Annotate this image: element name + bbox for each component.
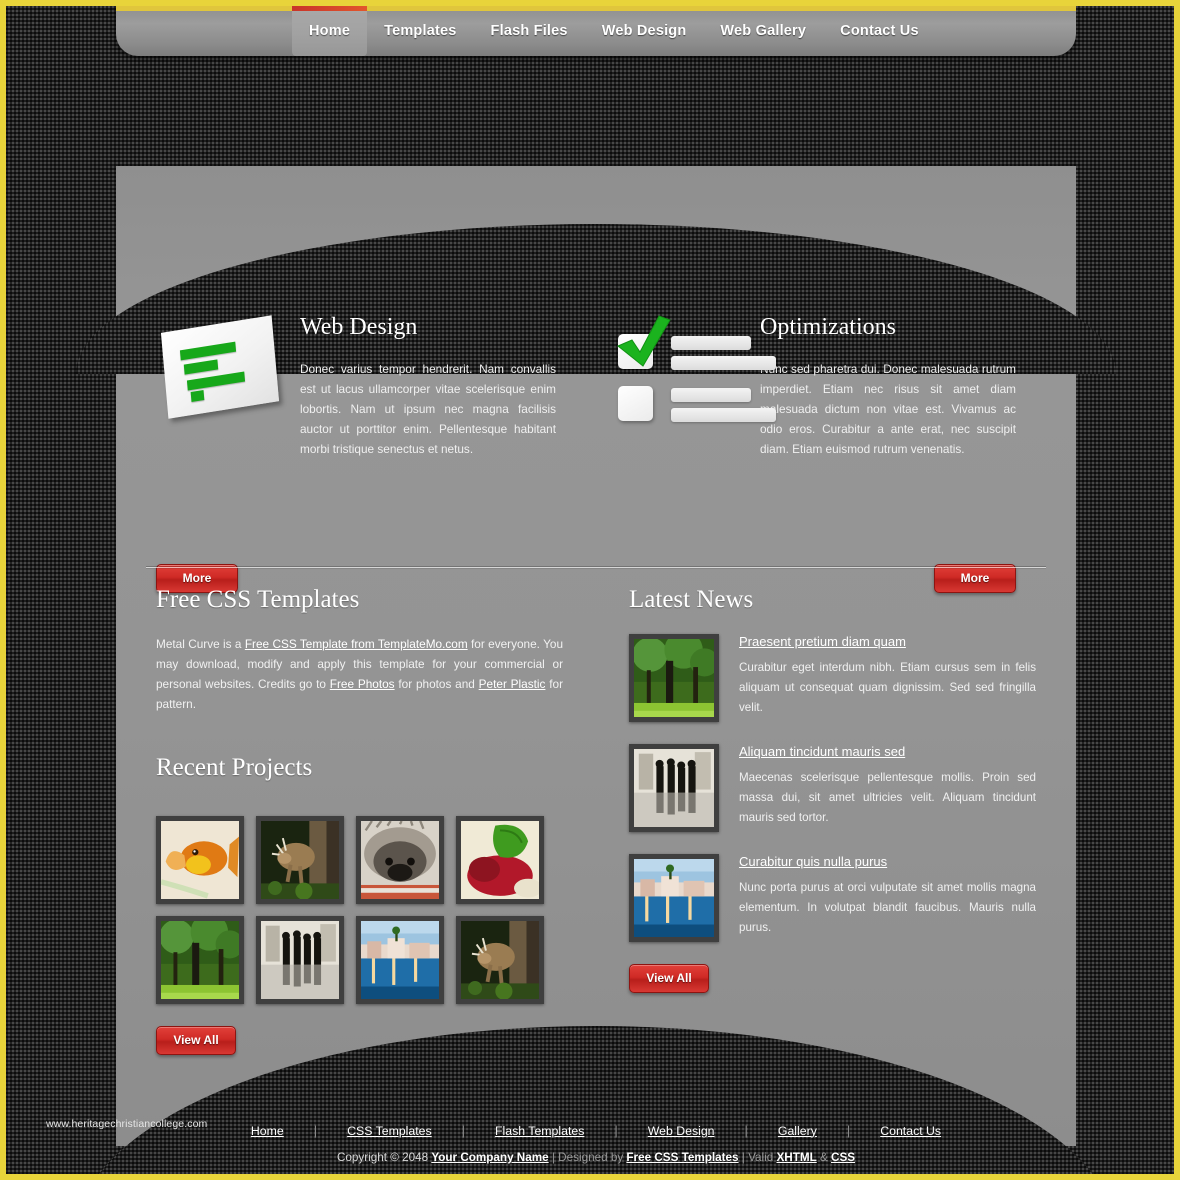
thumbnail-town: [634, 859, 714, 937]
feature-web-design: Web Design Donec varius tempor hendrerit…: [156, 314, 556, 459]
about-text: Metal Curve is a Free CSS Template from …: [156, 634, 563, 714]
feature-text: Donec varius tempor hendrerit. Nam conva…: [300, 362, 556, 456]
view-all-button-news[interactable]: View All: [629, 964, 709, 993]
thumbnail-forest: [161, 921, 239, 999]
news-item: Aliquam tincidunt mauris sed Maecenas sc…: [629, 744, 1036, 832]
news-title: Latest News: [629, 586, 754, 613]
news-item: Praesent pretium diam quam Curabitur ege…: [629, 634, 1036, 722]
project-thumbnail[interactable]: [456, 816, 544, 904]
site-watermark: www.heritagechristiancollege.com: [46, 1118, 208, 1130]
thumbnail-food: [461, 821, 539, 899]
project-thumbnail[interactable]: [356, 916, 444, 1004]
top-navigation-bar: Home Templates Flash Files Web Design We…: [116, 6, 1076, 56]
copyright-prefix: Copyright © 2048: [336, 1151, 432, 1164]
nav-item-web-design[interactable]: Web Design: [585, 6, 704, 56]
footer-link-home[interactable]: Home: [221, 1124, 314, 1138]
footer-nav: Home | CSS Templates | Flash Templates |…: [116, 1123, 1076, 1138]
thumbnail-deer: [461, 921, 539, 999]
news-item: Curabitur quis nulla purus Nunc porta pu…: [629, 854, 1036, 942]
footer-link-gallery[interactable]: Gallery: [748, 1124, 847, 1138]
nav-item-home[interactable]: Home: [292, 6, 368, 56]
project-thumbnail[interactable]: [256, 816, 344, 904]
nav-label: Templates: [384, 23, 457, 39]
feature-title: Optimizations: [760, 314, 896, 340]
news-thumbnail[interactable]: [629, 744, 719, 832]
project-thumbnail[interactable]: [156, 816, 244, 904]
page-frame: Home Templates Flash Files Web Design We…: [0, 0, 1180, 1180]
copyright-line: Copyright © 2048 Your Company Name | Des…: [116, 1151, 1076, 1164]
designer-link[interactable]: Free CSS Templates: [626, 1151, 738, 1164]
news-item-title[interactable]: Praesent pretium diam quam: [739, 634, 1036, 649]
projects-thumbnail-grid: [156, 816, 563, 1004]
nav-item-flash-files[interactable]: Flash Files: [474, 6, 585, 56]
news-item-text: Curabitur eget interdum nibh. Etiam curs…: [739, 661, 1036, 714]
bar-chart-paper-icon: [156, 314, 286, 419]
thumbnail-forest: [634, 639, 714, 717]
footer-link-flash-templates[interactable]: Flash Templates: [465, 1124, 614, 1138]
about-text-part1: Metal Curve is a: [156, 637, 245, 651]
thumbnail-people: [261, 921, 339, 999]
project-thumbnail[interactable]: [456, 916, 544, 1004]
project-thumbnail[interactable]: [356, 816, 444, 904]
section-divider: [146, 566, 1046, 569]
footer-link-contact-us[interactable]: Contact Us: [850, 1124, 971, 1138]
main-columns: Free CSS Templates Metal Curve is a Free…: [116, 586, 1076, 1055]
news-thumbnail[interactable]: [629, 634, 719, 722]
footer-link-css-templates[interactable]: CSS Templates: [317, 1124, 462, 1138]
footer: Home | CSS Templates | Flash Templates |…: [116, 1123, 1076, 1164]
footer-link-web-design[interactable]: Web Design: [618, 1124, 745, 1138]
project-thumbnail[interactable]: [156, 916, 244, 1004]
valid-label: | Valid: [738, 1151, 777, 1164]
news-item-title[interactable]: Aliquam tincidunt mauris sed: [739, 744, 1036, 759]
news-item-title[interactable]: Curabitur quis nulla purus: [739, 854, 1036, 869]
amp-label: &: [816, 1151, 832, 1164]
nav-label: Web Design: [601, 23, 687, 39]
nav-item-templates[interactable]: Templates: [367, 6, 473, 56]
feature-title: Web Design: [300, 314, 418, 340]
nav-label: Contact Us: [840, 23, 919, 39]
thumbnail-dog: [361, 821, 439, 899]
view-all-button-projects[interactable]: View All: [156, 1026, 236, 1055]
right-column: Latest News Praesent pretium diam quam C…: [629, 586, 1036, 1055]
feature-row: Web Design Donec varius tempor hendrerit…: [116, 166, 1076, 459]
feature-text: Nunc sed pharetra dui. Donec malesuada r…: [760, 362, 1016, 456]
about-text-part3: for photos and: [394, 677, 479, 691]
left-column: Free CSS Templates Metal Curve is a Free…: [156, 586, 563, 1055]
nav-label: Home: [309, 23, 351, 39]
about-title: Free CSS Templates: [156, 586, 360, 613]
projects-title: Recent Projects: [156, 754, 313, 781]
checklist-icon: [616, 314, 776, 422]
page-body: Web Design Donec varius tempor hendrerit…: [76, 56, 1116, 1174]
nav-item-web-gallery[interactable]: Web Gallery: [703, 6, 823, 56]
thumbnail-town: [361, 921, 439, 999]
green-checkmark-icon: [617, 315, 671, 367]
nav-label: Web Gallery: [720, 23, 807, 39]
news-item-text: Maecenas scelerisque pellentesque mollis…: [739, 771, 1036, 824]
peter-plastic-link[interactable]: Peter Plastic: [479, 677, 546, 691]
designed-by-label: | Designed by: [548, 1151, 627, 1164]
news-thumbnail[interactable]: [629, 854, 719, 942]
xhtml-link[interactable]: XHTML: [776, 1151, 816, 1164]
templatemo-link[interactable]: Free CSS Template from TemplateMo.com: [245, 637, 468, 651]
thumbnail-people: [634, 749, 714, 827]
css-link[interactable]: CSS: [831, 1151, 855, 1164]
free-photos-link[interactable]: Free Photos: [330, 677, 395, 691]
nav-list: Home Templates Flash Files Web Design We…: [292, 6, 936, 56]
feature-optimizations: Optimizations Nunc sed pharetra dui. Don…: [616, 314, 1016, 459]
content-panel: Web Design Donec varius tempor hendrerit…: [76, 166, 1116, 1174]
company-link[interactable]: Your Company Name: [431, 1151, 548, 1164]
nav-label: Flash Files: [490, 23, 568, 39]
news-item-text: Nunc porta purus at orci vulputate sit a…: [739, 881, 1036, 934]
thumbnail-goldfish: [161, 821, 239, 899]
thumbnail-deer: [261, 821, 339, 899]
nav-item-contact-us[interactable]: Contact Us: [823, 6, 936, 56]
project-thumbnail[interactable]: [256, 916, 344, 1004]
